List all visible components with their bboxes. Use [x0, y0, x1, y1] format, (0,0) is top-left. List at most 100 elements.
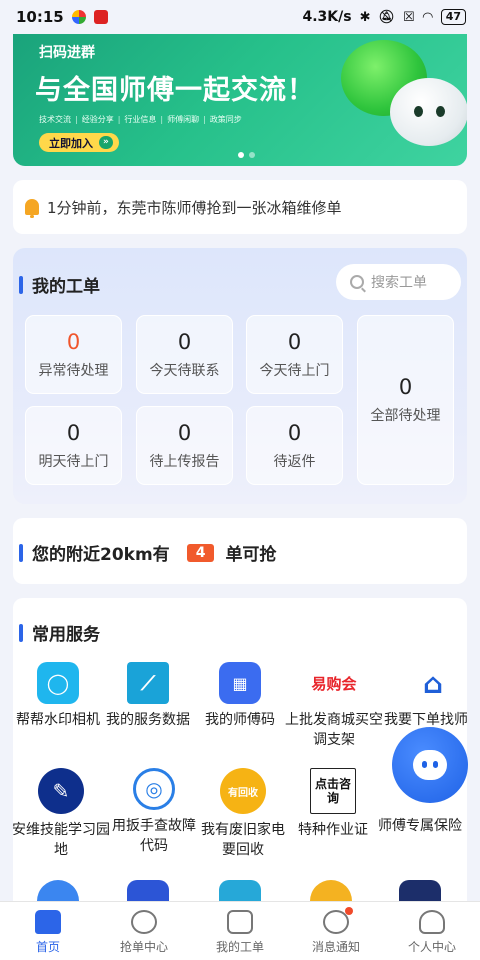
order-count: 0 [66, 420, 81, 445]
order-card-contact-today[interactable]: 0 今天待联系 [136, 315, 233, 394]
service-watermark-camera[interactable]: ◯ 帮帮水印相机 [13, 662, 105, 730]
work-orders-title: 我的工单 [19, 272, 100, 297]
carousel-dot [249, 152, 255, 158]
order-count: 0 [177, 329, 192, 354]
services-title-text: 常用服务 [32, 625, 100, 645]
service-fault-code[interactable]: ◎ 用扳手查故障代码 [107, 768, 201, 856]
mute-icon: 🔕︎ [378, 9, 396, 25]
service-skill-learning[interactable]: ✎ 安维技能学习园地 [13, 768, 111, 860]
carousel-dot-active [238, 152, 244, 158]
order-count: 0 [398, 375, 413, 399]
order-card-visit-tomorrow[interactable]: 0 明天待上门 [25, 406, 122, 485]
service-label: 师傅专属保险 [378, 818, 462, 834]
tab-order-center[interactable]: 抢单中心 [96, 902, 192, 960]
tab-label: 我的工单 [215, 940, 264, 954]
service-label: 特种作业证 [298, 822, 368, 838]
bell-icon [25, 199, 39, 218]
wechat-white-bubble-icon [390, 78, 467, 146]
order-label: 全部待处理 [370, 408, 441, 424]
search-orders-input[interactable]: 搜索工单 [336, 264, 461, 300]
mall-logo-icon: 易购会 [306, 662, 362, 704]
sim-off-icon: ☒ [403, 9, 415, 25]
customer-service-chat-button[interactable] [392, 727, 468, 803]
notice-text: 1分钟前，东莞市陈师傅抢到一张冰箱维修单 [47, 198, 342, 217]
service-order-master[interactable]: ⌂ 我要下单找师傅 [383, 662, 467, 730]
banner-topics: 技术交流 经验分享 行业信息 师傅闲聊 政策同步 [39, 114, 242, 125]
service-label: 我的服务数据 [106, 712, 190, 728]
order-card-exception[interactable]: 0 异常待处理 [25, 315, 122, 394]
tab-label: 首页 [35, 940, 60, 954]
tab-my-orders[interactable]: 我的工单 [192, 902, 288, 960]
unread-dot [345, 907, 353, 915]
nearby-orders-banner[interactable]: 您的附近20km有 4 单可抢 [13, 518, 467, 584]
bluetooth-icon: ✱ [359, 9, 371, 25]
service-master-code[interactable]: ▦ 我的师傅码 [193, 662, 287, 730]
user-icon [419, 910, 445, 934]
service-special-cert[interactable]: 点击咨询 特种作业证 [286, 768, 380, 840]
order-card-return-parts[interactable]: 0 待返件 [246, 406, 343, 485]
tab-messages[interactable]: 消息通知 [288, 902, 384, 960]
service-label: 帮帮水印相机 [16, 712, 100, 728]
double-arrow-icon: » [99, 136, 113, 149]
order-label: 待返件 [273, 453, 316, 470]
consult-icon: 点击咨询 [310, 768, 356, 814]
chat-bubble-icon [413, 750, 447, 780]
clock: 10:15 [16, 8, 64, 26]
list-icon [227, 910, 253, 934]
status-bar: 10:15 4.3K/s ✱ 🔕︎ ☒ ◠ 47 [0, 0, 480, 34]
app-notification-icon [71, 10, 86, 24]
search-placeholder: 搜索工单 [371, 275, 427, 291]
wifi-icon: ◠ [422, 9, 433, 25]
chart-icon: ⟋ [127, 662, 169, 704]
service-label: 安维技能学习园地 [13, 822, 110, 858]
order-card-all-pending[interactable]: 0 全部待处理 [357, 315, 454, 485]
order-count: 0 [287, 329, 302, 354]
service-label: 我的师傅码 [205, 712, 275, 728]
order-label: 今天待联系 [149, 362, 220, 379]
order-count: 0 [66, 329, 81, 354]
qrcode-icon: ▦ [219, 662, 261, 704]
order-card-upload-report[interactable]: 0 待上传报告 [136, 406, 233, 485]
chat-eye [433, 761, 438, 768]
bottom-tab-bar: 首页 抢单中心 我的工单 消息通知 个人中心 [0, 901, 480, 960]
work-orders-title-text: 我的工单 [32, 277, 100, 297]
training-icon: ✎ [38, 768, 84, 814]
title-accent-bar [19, 275, 23, 294]
camera-icon: ◯ [37, 662, 79, 704]
promo-banner[interactable]: 扫码进群 与全国师傅一起交流！ 技术交流 经验分享 行业信息 师傅闲聊 政策同步… [13, 34, 467, 166]
banner-tag: 扫码进群 [39, 45, 95, 61]
service-recycle[interactable]: 有回收 我有废旧家电要回收 [196, 768, 290, 860]
order-label: 今天待上门 [259, 362, 330, 379]
nearby-title: 您的附近20km有 4 单可抢 [19, 540, 276, 565]
bubble-eye [414, 106, 423, 117]
title-accent-bar [19, 543, 23, 562]
fault-code-icon: ◎ [133, 768, 175, 810]
banner-topic: 经验分享 [75, 114, 114, 125]
battery-icon: 47 [440, 9, 466, 25]
news-notification-icon [93, 10, 108, 24]
order-count: 0 [177, 420, 192, 445]
order-card-visit-today[interactable]: 0 今天待上门 [246, 315, 343, 394]
service-label: 用扳手查故障代码 [112, 818, 196, 854]
my-work-orders-panel: 我的工单 搜索工单 0 异常待处理 0 今天待联系 0 今天待上门 0 全部待处… [13, 248, 467, 504]
service-wholesale-mall[interactable]: 易购会 上批发商城买空调支架 [284, 662, 384, 750]
search-icon [350, 275, 364, 289]
services-title: 常用服务 [19, 620, 100, 645]
tab-profile[interactable]: 个人中心 [384, 902, 480, 960]
home-icon [35, 910, 61, 934]
order-label: 明天待上门 [38, 453, 109, 470]
order-label: 待上传报告 [149, 453, 220, 470]
banner-topic: 行业信息 [118, 114, 156, 125]
nearby-suffix: 单可抢 [225, 545, 277, 565]
title-accent-bar [19, 623, 23, 642]
tab-label: 个人中心 [407, 940, 456, 954]
tab-home[interactable]: 首页 [0, 902, 96, 960]
banner-topic: 政策同步 [203, 114, 242, 125]
grab-order-notice[interactable]: 1分钟前，东莞市陈师傅抢到一张冰箱维修单 [13, 180, 467, 234]
service-my-data[interactable]: ⟋ 我的服务数据 [101, 662, 195, 730]
banner-headline: 与全国师傅一起交流！ [35, 75, 315, 106]
join-now-button[interactable]: 立即加入 » [39, 133, 119, 152]
banner-topic: 师傅闲聊 [160, 114, 199, 125]
nearby-prefix: 您的附近20km有 [32, 545, 170, 565]
banner-topic: 技术交流 [39, 115, 71, 124]
